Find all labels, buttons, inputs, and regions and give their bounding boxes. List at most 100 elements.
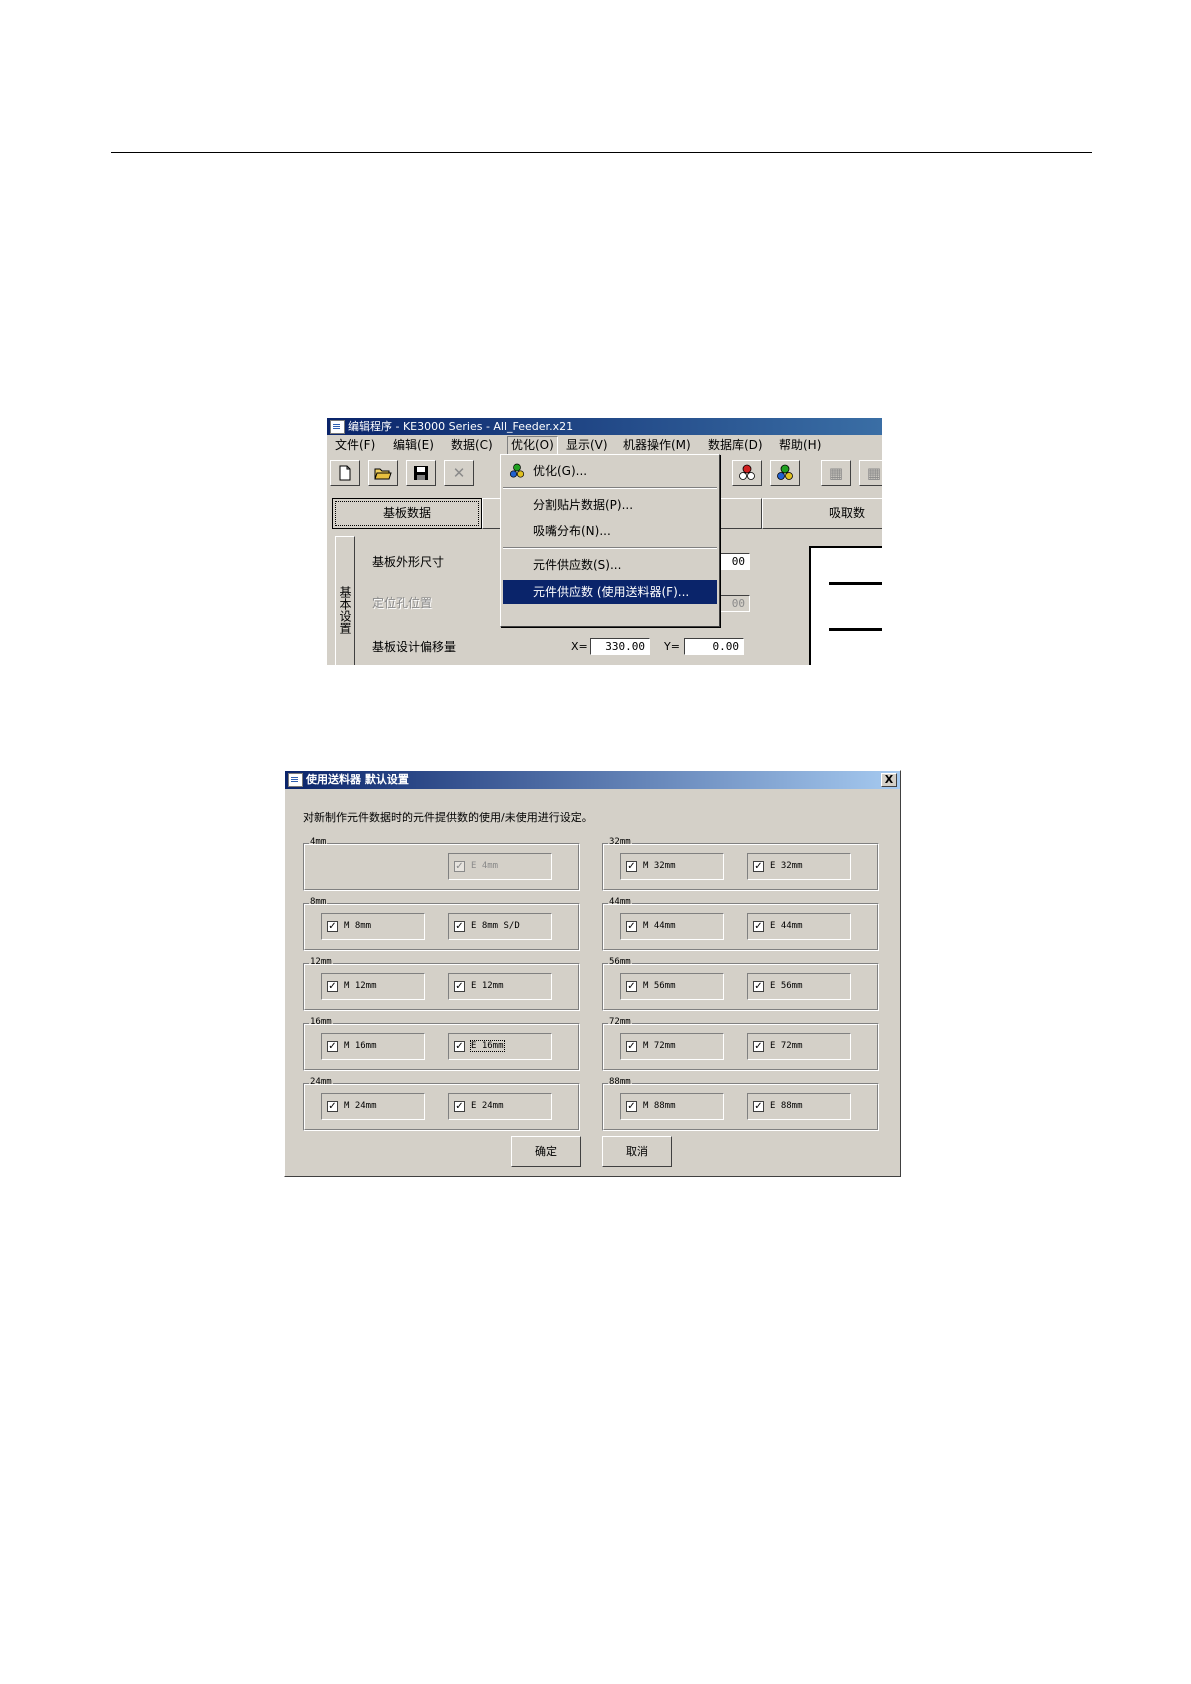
- checkmark-icon: ✓: [626, 981, 637, 992]
- group-label: 32mm: [608, 836, 632, 848]
- checkmark-icon: ✓: [327, 1101, 338, 1112]
- checkbox-label: E 16mm: [470, 1040, 505, 1052]
- checkmark-icon: ✓: [327, 1041, 338, 1052]
- checkbox-e-72mm[interactable]: ✓ E 72mm: [747, 1033, 851, 1060]
- close-button[interactable]: X: [881, 773, 897, 787]
- disabled-tool-2-icon[interactable]: ▦: [859, 460, 882, 486]
- checkbox-m-12mm[interactable]: ✓ M 12mm: [321, 973, 425, 1000]
- new-file-icon[interactable]: [330, 460, 360, 486]
- checkmark-icon: ✓: [626, 1041, 637, 1052]
- board-size-label: 基板外形尺寸: [372, 555, 445, 569]
- editor-title-bar[interactable]: 编辑程序 - KE3000 Series - All_Feeder.x21: [327, 418, 882, 435]
- feeder-default-settings-dialog: 使用送料器 默认设置 X 对新制作元件数据时的元件提供数的使用/未使用进行设定。…: [284, 770, 901, 1177]
- save-disk-icon[interactable]: [406, 460, 436, 486]
- group-4mm: 4mm ✓ E 4mm: [303, 836, 580, 891]
- checkbox-e-8mm-sd[interactable]: ✓ E 8mm S/D: [448, 913, 552, 940]
- menu-item-nozzle-distribution[interactable]: 吸嘴分布(N)...: [503, 519, 717, 543]
- checkbox-e-32mm[interactable]: ✓ E 32mm: [747, 853, 851, 880]
- locating-hole-field[interactable]: 00: [720, 595, 750, 612]
- checkbox-e-12mm[interactable]: ✓ E 12mm: [448, 973, 552, 1000]
- checkmark-icon: ✓: [753, 981, 764, 992]
- checkbox-label: E 44mm: [770, 921, 803, 931]
- checkbox-m-72mm[interactable]: ✓ M 72mm: [620, 1033, 724, 1060]
- menu-item-component-supply-feeder[interactable]: 元件供应数 (使用送料器(F)...: [503, 580, 717, 604]
- checkbox-label: E 72mm: [770, 1041, 803, 1051]
- checkbox-e-56mm[interactable]: ✓ E 56mm: [747, 973, 851, 1000]
- menu-item-split-data[interactable]: 分割贴片数据(P)...: [503, 493, 717, 517]
- board-preview: [809, 546, 882, 665]
- board-size-field[interactable]: 00: [720, 553, 750, 570]
- dialog-app-icon: [288, 773, 303, 787]
- tab-board-data[interactable]: 基板数据: [332, 498, 482, 529]
- checkbox-label: M 24mm: [344, 1101, 377, 1111]
- menu-optimize[interactable]: 优化(O): [507, 436, 558, 455]
- checkmark-icon: ✓: [753, 921, 764, 932]
- menu-separator-2: [503, 547, 717, 549]
- group-label: 12mm: [309, 956, 333, 968]
- dialog-title: 使用送料器 默认设置: [306, 773, 409, 786]
- checkbox-e-16mm[interactable]: ✓ E 16mm: [448, 1033, 552, 1060]
- optimize-balls-icon[interactable]: [770, 460, 800, 486]
- open-folder-icon[interactable]: [368, 460, 398, 486]
- checkbox-label: M 32mm: [643, 861, 676, 871]
- checkbox-label: E 12mm: [471, 981, 504, 991]
- checkbox-label: E 4mm: [471, 861, 499, 871]
- checkbox-e-44mm[interactable]: ✓ E 44mm: [747, 913, 851, 940]
- group-32mm: 32mm ✓ M 32mm ✓ E 32mm: [602, 836, 879, 891]
- menu-data[interactable]: 数据(C): [451, 435, 493, 455]
- ok-button[interactable]: 确定: [511, 1136, 581, 1167]
- group-12mm: 12mm ✓ M 12mm ✓ E 12mm: [303, 956, 580, 1011]
- app-edit-icon: [330, 420, 345, 434]
- checkmark-icon: ✓: [753, 1041, 764, 1052]
- checkbox-m-56mm[interactable]: ✓ M 56mm: [620, 973, 724, 1000]
- disabled-tool-icon[interactable]: ▦: [821, 460, 851, 486]
- menu-database[interactable]: 数据库(D): [708, 435, 763, 455]
- offset-x-field[interactable]: 330.00: [590, 638, 650, 655]
- group-72mm: 72mm ✓ M 72mm ✓ E 72mm: [602, 1016, 879, 1071]
- checkbox-label: E 8mm S/D: [471, 921, 520, 931]
- optimize-menu-dropdown: 优化(G)... 分割贴片数据(P)... 吸嘴分布(N)... 元件供应数(S…: [500, 454, 720, 627]
- delete-x-icon[interactable]: ✕: [444, 460, 474, 486]
- checkbox-label: E 32mm: [770, 861, 803, 871]
- checkbox-m-32mm[interactable]: ✓ M 32mm: [620, 853, 724, 880]
- checkmark-icon: ✓: [454, 921, 465, 932]
- tab-pickup[interactable]: 吸取数: [762, 498, 882, 529]
- checkbox-label: E 24mm: [471, 1101, 504, 1111]
- checkbox-m-16mm[interactable]: ✓ M 16mm: [321, 1033, 425, 1060]
- checkbox-m-88mm[interactable]: ✓ M 88mm: [620, 1093, 724, 1120]
- checkbox-m-44mm[interactable]: ✓ M 44mm: [620, 913, 724, 940]
- checkbox-m-24mm[interactable]: ✓ M 24mm: [321, 1093, 425, 1120]
- group-88mm: 88mm ✓ M 88mm ✓ E 88mm: [602, 1076, 879, 1131]
- menu-item-component-supply[interactable]: 元件供应数(S)...: [503, 553, 717, 577]
- menu-file[interactable]: 文件(F): [335, 435, 375, 455]
- group-label: 56mm: [608, 956, 632, 968]
- group-16mm: 16mm ✓ M 16mm ✓ E 16mm: [303, 1016, 580, 1071]
- group-label: 24mm: [309, 1076, 333, 1088]
- checkbox-label: M 72mm: [643, 1041, 676, 1051]
- checkmark-icon: ✓: [454, 1101, 465, 1112]
- cancel-button[interactable]: 取消: [602, 1136, 672, 1167]
- tab-basic-settings[interactable]: 基本设置: [335, 536, 355, 665]
- dialog-description: 对新制作元件数据时的元件提供数的使用/未使用进行设定。: [303, 811, 593, 824]
- group-label: 8mm: [309, 896, 328, 908]
- y-label: Y=: [664, 640, 680, 653]
- page-header-rule: [111, 152, 1092, 153]
- optimize-red-balls-icon[interactable]: [732, 460, 762, 486]
- menu-view[interactable]: 显示(V): [566, 435, 608, 455]
- checkbox-e-24mm[interactable]: ✓ E 24mm: [448, 1093, 552, 1120]
- menu-item-optimize[interactable]: 优化(G)...: [503, 459, 717, 483]
- menu-machine-operation[interactable]: 机器操作(M): [623, 435, 691, 455]
- checkmark-icon: ✓: [626, 861, 637, 872]
- menu-help[interactable]: 帮助(H): [779, 435, 821, 455]
- group-44mm: 44mm ✓ M 44mm ✓ E 44mm: [602, 896, 879, 951]
- checkbox-e-88mm[interactable]: ✓ E 88mm: [747, 1093, 851, 1120]
- group-24mm: 24mm ✓ M 24mm ✓ E 24mm: [303, 1076, 580, 1131]
- checkbox-e-4mm[interactable]: ✓ E 4mm: [448, 853, 552, 880]
- group-label: 16mm: [309, 1016, 333, 1028]
- checkbox-label: M 16mm: [344, 1041, 377, 1051]
- dialog-title-bar[interactable]: 使用送料器 默认设置 X: [285, 771, 900, 789]
- optimize-balls-icon: [509, 463, 525, 478]
- checkbox-m-8mm[interactable]: ✓ M 8mm: [321, 913, 425, 940]
- menu-edit[interactable]: 编辑(E): [393, 435, 434, 455]
- offset-y-field[interactable]: 0.00: [684, 638, 744, 655]
